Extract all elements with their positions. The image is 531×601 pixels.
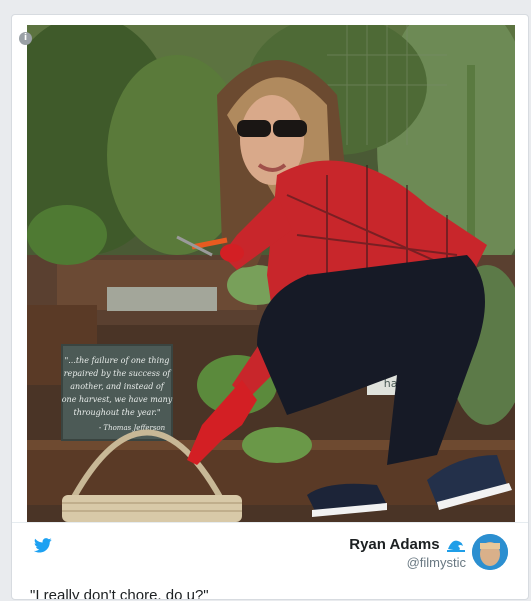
- info-icon[interactable]: i: [19, 32, 32, 45]
- tweet-card: "...the failure of one thing repaired by…: [11, 14, 529, 600]
- sign-line-3: another, and instead of: [70, 382, 165, 391]
- twitter-bird-icon[interactable]: [34, 538, 52, 553]
- wave-icon: [447, 540, 465, 552]
- avatar[interactable]: [472, 534, 508, 570]
- garden-photo: "...the failure of one thing repaired by…: [27, 25, 515, 522]
- sign-line-2: repaired by the success of: [64, 369, 173, 378]
- sign-line-1: "...the failure of one thing: [65, 356, 170, 365]
- author-handle[interactable]: @filmystic: [349, 555, 466, 570]
- tweet-text: "I really don't chore, do u?": [30, 587, 209, 600]
- sign-line-4: one harvest, we have many: [62, 395, 173, 404]
- photo[interactable]: "...the failure of one thing repaired by…: [27, 25, 515, 522]
- author-name[interactable]: Ryan Adams: [349, 536, 439, 553]
- tweet-footer: Ryan Adams @filmystic "I really don't ch…: [12, 522, 528, 600]
- sign-line-5: throughout the year.": [74, 408, 161, 417]
- author-block[interactable]: Ryan Adams @filmystic: [349, 536, 466, 570]
